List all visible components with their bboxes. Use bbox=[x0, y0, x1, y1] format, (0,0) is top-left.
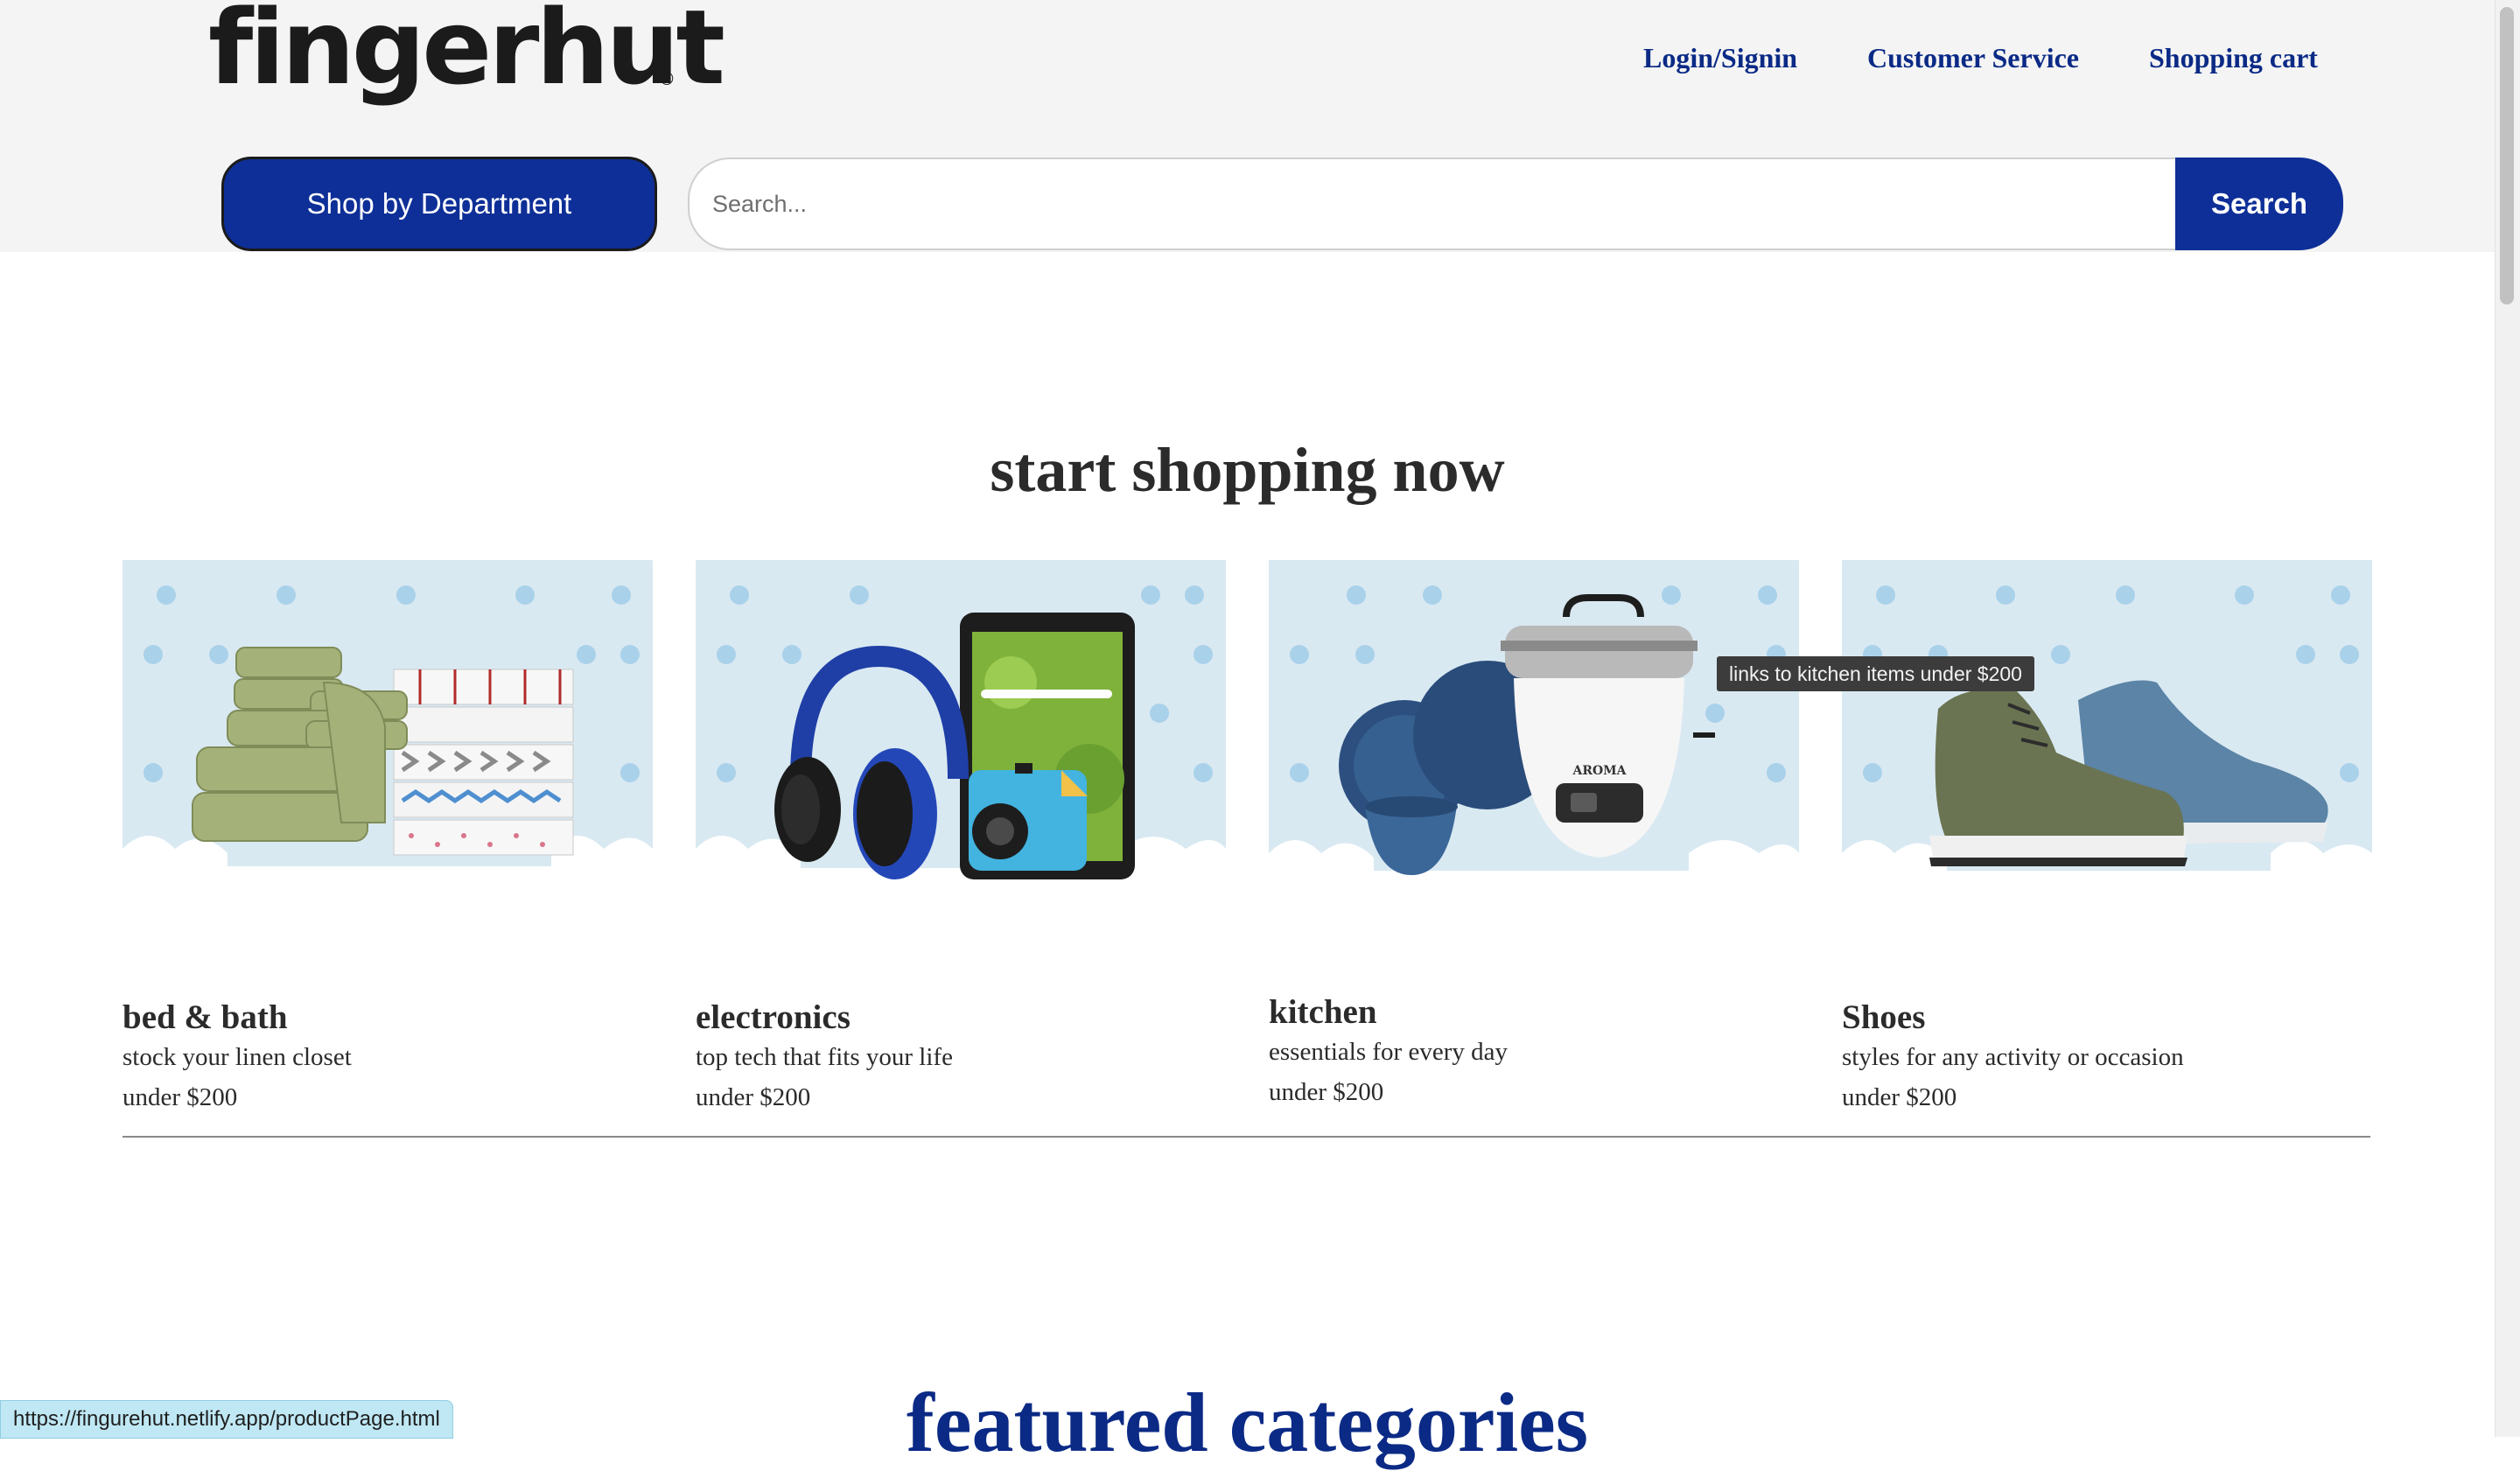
card-subtitle: stock your linen closet bbox=[122, 1043, 352, 1071]
appliance-brand: AROMA bbox=[1572, 764, 1627, 778]
site-logo[interactable]: fingerhut bbox=[208, 0, 725, 110]
card-title[interactable]: Shoes bbox=[1842, 998, 1925, 1037]
login-link[interactable]: Login/Signin bbox=[1643, 42, 1797, 74]
card-title[interactable]: kitchen bbox=[1269, 992, 1377, 1032]
customer-service-link[interactable]: Customer Service bbox=[1867, 42, 2079, 74]
shopping-cart-link[interactable]: Shopping cart bbox=[2149, 42, 2318, 74]
section-divider bbox=[122, 1136, 2370, 1138]
card-price: under $200 bbox=[122, 1083, 238, 1111]
headphones-tablet-camera-icon bbox=[696, 560, 1226, 893]
browser-status-url: https://fingurehut.netlify.app/productPa… bbox=[0, 1400, 453, 1439]
shop-by-department-button[interactable]: Shop by Department bbox=[221, 157, 657, 251]
towels-and-sheets-icon bbox=[122, 560, 653, 893]
scrollbar-thumb[interactable] bbox=[2500, 7, 2514, 305]
search-input[interactable] bbox=[688, 158, 2184, 250]
search-button[interactable]: Search bbox=[2175, 158, 2343, 250]
card-title[interactable]: bed & bath bbox=[122, 998, 288, 1037]
card-subtitle: top tech that fits your life bbox=[696, 1043, 953, 1071]
card-price: under $200 bbox=[1269, 1078, 1384, 1106]
card-subtitle: essentials for every day bbox=[1269, 1038, 1508, 1066]
rice-cooker-dishes-icon: AROMA bbox=[1269, 560, 1799, 893]
card-subtitle: styles for any activity or occasion bbox=[1842, 1043, 2184, 1071]
section-title: start shopping now bbox=[990, 435, 1505, 505]
card-title[interactable]: electronics bbox=[696, 998, 850, 1037]
card-price: under $200 bbox=[696, 1083, 811, 1111]
kitchen-link-tooltip: links to kitchen items under $200 bbox=[1717, 656, 2034, 691]
card-price: under $200 bbox=[1842, 1083, 1957, 1111]
sneakers-icon bbox=[1842, 560, 2372, 893]
registered-mark: ® bbox=[658, 68, 676, 89]
site-header: fingerhut ® Login/Signin Customer Servic… bbox=[0, 0, 2495, 252]
